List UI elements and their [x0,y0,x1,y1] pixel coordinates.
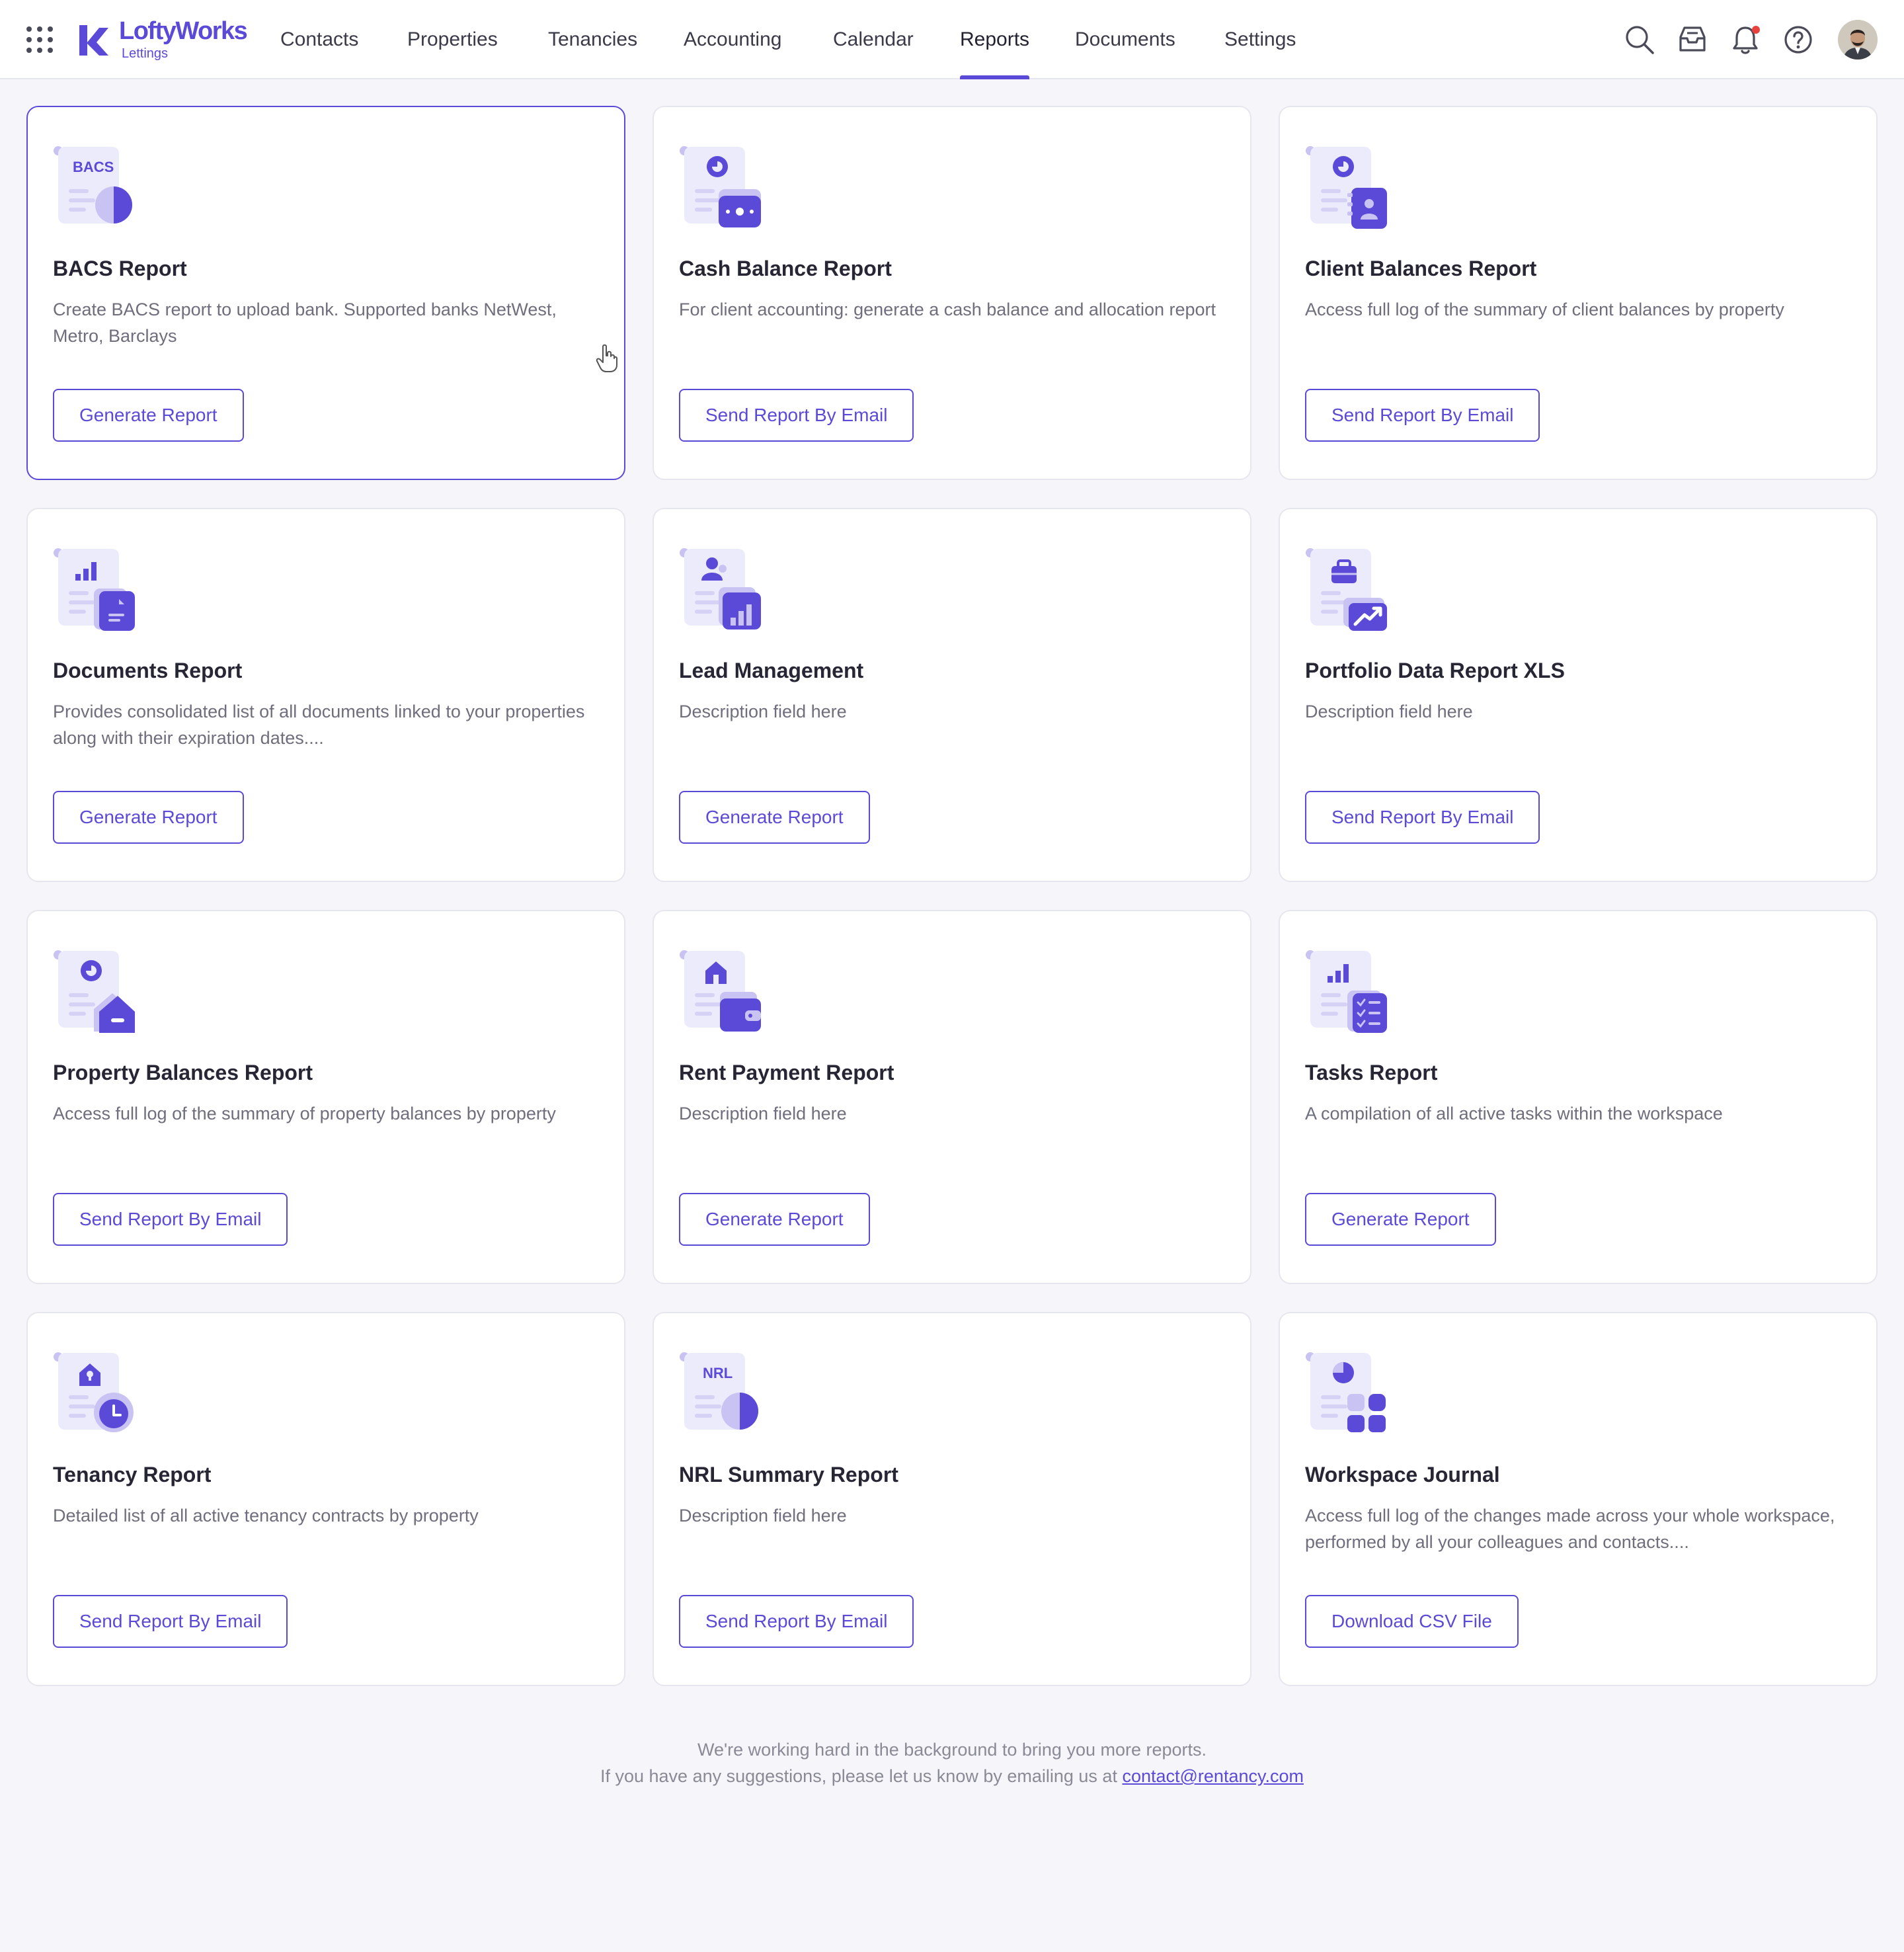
generate-report-button[interactable]: Generate Report [679,1193,870,1246]
report-title: Tasks Report [1305,1061,1438,1084]
generate-report-button[interactable]: Generate Report [53,389,244,442]
documents-icon [53,548,136,631]
report-description: For client accounting: generate a cash b… [679,300,1216,319]
nav-item-settings[interactable]: Settings [1224,0,1296,79]
send-report-by-email-button[interactable]: Send Report By Email [53,1193,288,1246]
report-card-tenancy[interactable]: Tenancy Report Detailed list of all acti… [26,1312,625,1686]
send-report-by-email-button[interactable]: Send Report By Email [679,389,914,442]
tenancy-clock-icon [53,1352,136,1435]
report-card-cash-balance[interactable]: Cash Balance Report For client accountin… [653,106,1251,480]
download-csv-button[interactable]: Download CSV File [1305,1595,1519,1648]
report-title: Lead Management [679,659,864,682]
report-title: Portfolio Data Report XLS [1305,659,1565,682]
report-description: Detailed list of all active tenancy cont… [53,1506,479,1525]
nav-item-accounting[interactable]: Accounting [684,0,781,79]
client-contact-icon [1305,145,1388,229]
report-card-tasks[interactable]: Tasks Report A compilation of all active… [1279,910,1878,1284]
apps-grid-icon[interactable] [25,25,54,54]
send-report-by-email-button[interactable]: Send Report By Email [1305,389,1540,442]
bacs-pie-icon: BACS [53,145,136,229]
report-title: Client Balances Report [1305,257,1537,280]
help-icon[interactable] [1781,22,1815,57]
search-icon[interactable] [1622,22,1657,57]
footer-note: We're working hard in the background to … [0,1736,1904,1789]
user-avatar[interactable] [1838,20,1878,60]
report-description: Provides consolidated list of all docume… [53,702,585,748]
brand-subtitle: Lettings [122,46,169,61]
report-card-portfolio-data[interactable]: Portfolio Data Report XLS Description fi… [1279,508,1878,882]
report-description: Access full log of the summary of proper… [53,1104,556,1123]
hand-cursor-icon [595,344,619,373]
report-title: Rent Payment Report [679,1061,894,1084]
report-description: A compilation of all active tasks within… [1305,1104,1723,1123]
nav-item-tenancies[interactable]: Tenancies [548,0,637,79]
nav-item-contacts[interactable]: Contacts [280,0,358,79]
property-house-icon [53,950,136,1033]
top-navigation-bar: LoftyWorks Lettings Contacts Properties … [0,0,1904,79]
report-card-nrl-summary[interactable]: NRL NRL Summary Report Description field… [653,1312,1251,1686]
send-report-by-email-button[interactable]: Send Report By Email [679,1595,914,1648]
report-card-rent-payment[interactable]: Rent Payment Report Description field he… [653,910,1251,1284]
nav-item-documents[interactable]: Documents [1075,0,1175,79]
report-card-property-balances[interactable]: Property Balances Report Access full log… [26,910,625,1284]
report-title: Tenancy Report [53,1463,212,1486]
report-title: BACS Report [53,257,187,280]
report-description: Access full log of the changes made acro… [1305,1506,1835,1552]
notification-badge [1752,26,1760,34]
tasks-checklist-icon [1305,950,1388,1033]
report-card-documents[interactable]: Documents Report Provides consolidated l… [26,508,625,882]
nav-item-properties[interactable]: Properties [407,0,498,79]
report-description: Access full log of the summary of client… [1305,300,1784,319]
inbox-icon[interactable] [1675,22,1710,57]
rent-wallet-icon [679,950,762,1033]
report-title: Property Balances Report [53,1061,313,1084]
report-description: Description field here [1305,702,1473,721]
report-description: Description field here [679,1104,847,1123]
footer-line-2-text: If you have any suggestions, please let … [600,1766,1117,1786]
generate-report-button[interactable]: Generate Report [1305,1193,1496,1246]
report-card-bacs[interactable]: BACS BACS Report Create BACS report to u… [26,106,625,480]
nav-item-calendar[interactable]: Calendar [833,0,914,79]
generate-report-button[interactable]: Generate Report [679,791,870,844]
loftyworks-logo[interactable]: LoftyWorks Lettings [77,16,249,63]
send-report-by-email-button[interactable]: Send Report By Email [1305,791,1540,844]
brand-name: LoftyWorks [119,17,248,45]
report-title: Cash Balance Report [679,257,892,280]
report-card-lead-management[interactable]: Lead Management Description field here G… [653,508,1251,882]
report-title: NRL Summary Report [679,1463,898,1486]
nrl-pie-icon: NRL [679,1352,762,1435]
report-description: Description field here [679,1506,847,1525]
report-card-workspace-journal[interactable]: Workspace Journal Access full log of the… [1279,1312,1878,1686]
report-title: Workspace Journal [1305,1463,1500,1486]
lead-chart-icon [679,548,762,631]
generate-report-button[interactable]: Generate Report [53,791,244,844]
footer-line-2: If you have any suggestions, please let … [0,1763,1904,1789]
nav-item-reports[interactable]: Reports [960,0,1030,79]
report-description: Description field here [679,702,847,721]
cash-icon [679,145,762,229]
report-description: Create BACS report to upload bank. Suppo… [53,300,557,346]
footer-line-1: We're working hard in the background to … [697,1740,1207,1760]
workspace-blocks-icon [1305,1352,1388,1435]
report-title: Documents Report [53,659,243,682]
portfolio-trend-icon [1305,548,1388,631]
report-card-client-balances[interactable]: Client Balances Report Access full log o… [1279,106,1878,480]
send-report-by-email-button[interactable]: Send Report By Email [53,1595,288,1648]
nrl-icon-text: NRL [703,1365,733,1381]
bacs-icon-text: BACS [73,159,114,175]
loftyworks-logo-mark-icon [79,25,108,56]
contact-email-link[interactable]: contact@rentancy.com [1122,1766,1304,1786]
